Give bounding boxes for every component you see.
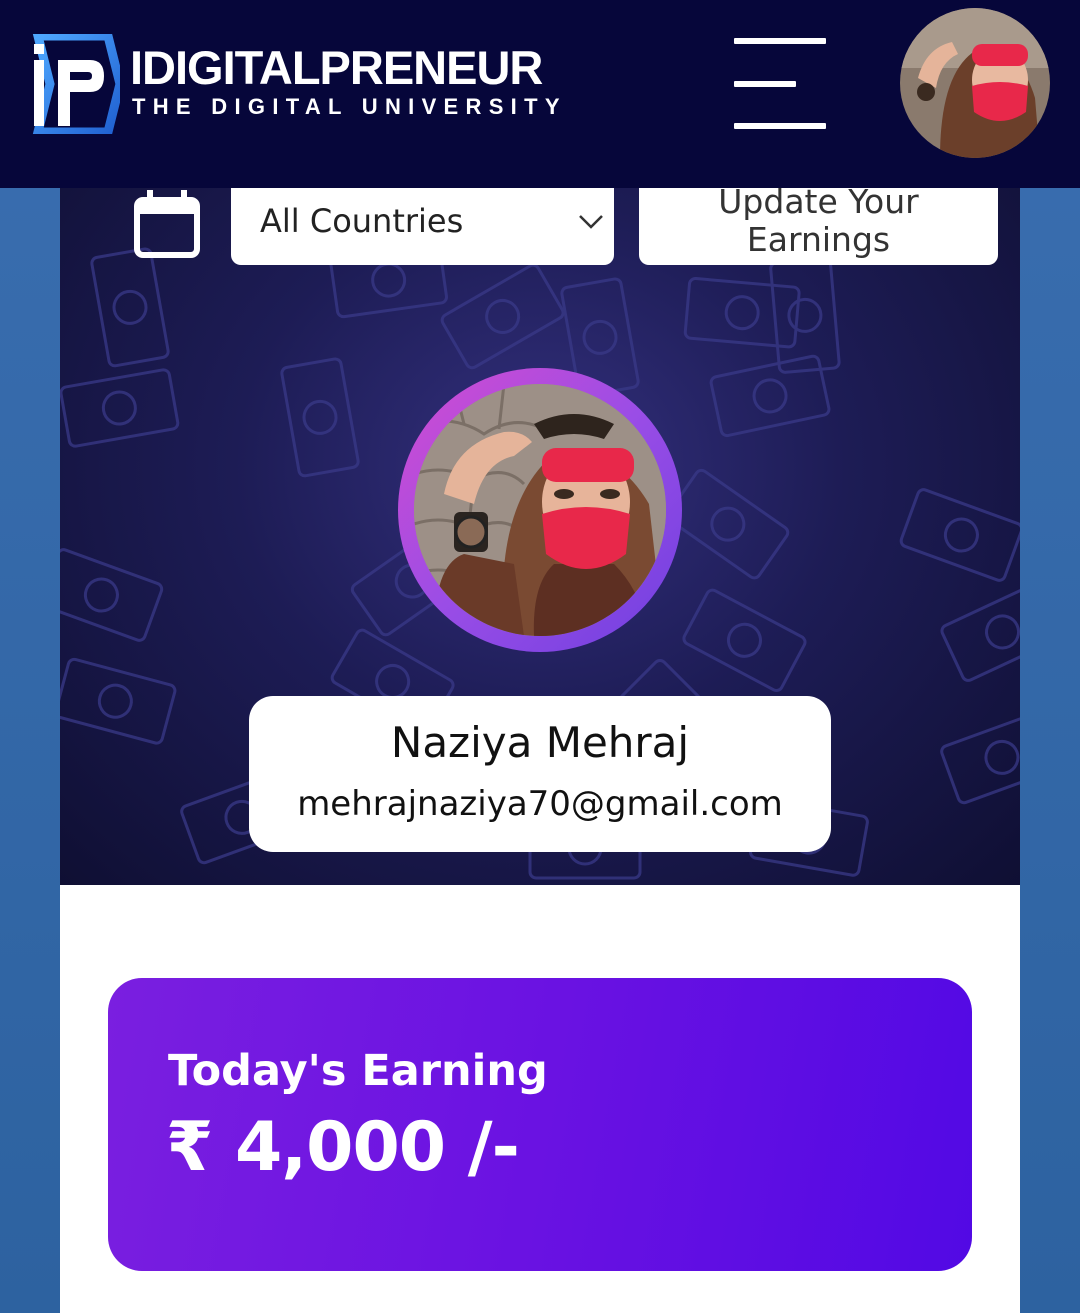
avatar-photo <box>900 8 1050 158</box>
earning-amount: ₹ 4,000 /- <box>166 1108 520 1187</box>
profile-email: mehrajnaziya70@gmail.com <box>297 784 783 824</box>
menu-line <box>734 81 796 87</box>
profile-photo <box>414 384 666 636</box>
update-earnings-label-line1: Update Your <box>718 188 919 221</box>
update-earnings-button[interactable]: Update Your Earnings <box>639 188 998 265</box>
country-select-value: All Countries <box>260 202 464 240</box>
profile-name: Naziya Mehraj <box>390 718 690 767</box>
ip-logo-icon[interactable] <box>28 34 120 134</box>
calendar-icon[interactable] <box>134 190 200 258</box>
brand-title: IDIGITALPRENEUR <box>130 41 543 94</box>
hamburger-menu-icon[interactable] <box>734 38 826 130</box>
earning-title: Today's Earning <box>168 1046 548 1096</box>
profile-avatar[interactable] <box>398 368 682 652</box>
country-select[interactable]: All Countries <box>231 188 614 265</box>
todays-earning-card[interactable]: Today's Earning ₹ 4,000 /- <box>108 978 972 1271</box>
brand-subtitle: THE DIGITAL UNIVERSITY <box>132 94 567 119</box>
chevron-down-icon <box>579 215 603 229</box>
menu-line <box>734 123 826 129</box>
menu-line <box>734 38 826 44</box>
top-header: IDIGITALPRENEUR THE DIGITAL UNIVERSITY <box>0 0 1080 188</box>
profile-info-card: Naziya Mehraj mehrajnaziya70@gmail.com <box>249 696 831 852</box>
profile-photo-image <box>414 384 666 636</box>
main-content: Today's Earning ₹ 4,000 /- <box>60 885 1020 1313</box>
header-avatar[interactable] <box>900 8 1050 158</box>
update-earnings-label-line2: Earnings <box>746 220 891 259</box>
